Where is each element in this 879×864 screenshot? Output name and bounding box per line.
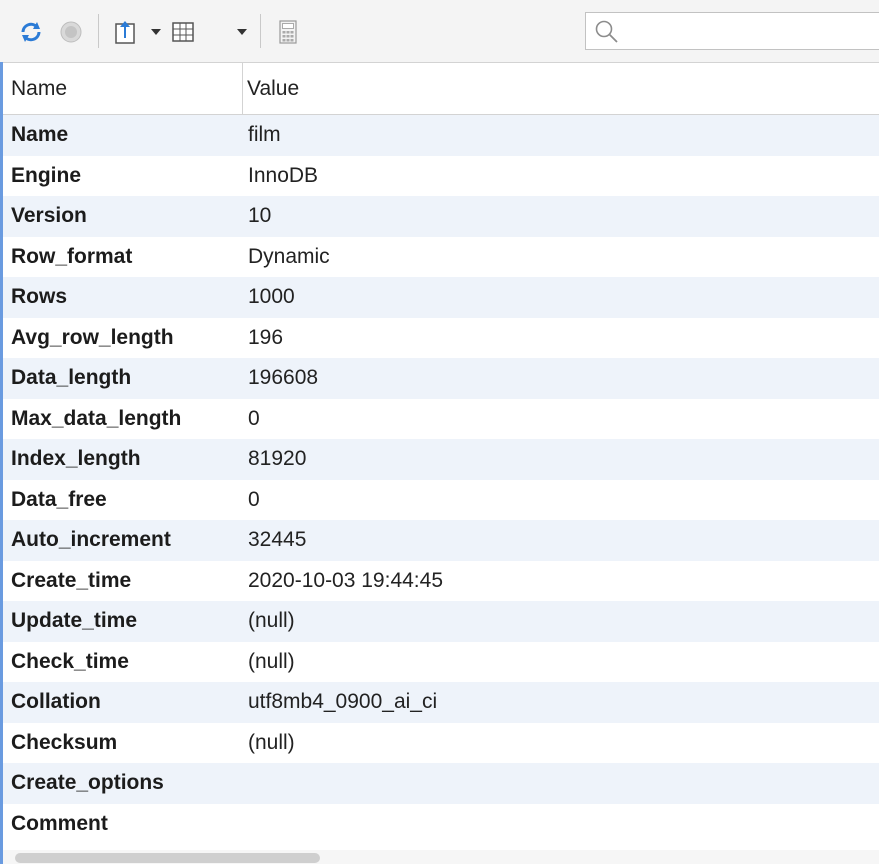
property-value: (null) — [248, 730, 295, 754]
property-name: Version — [11, 204, 87, 228]
table-row[interactable]: Check_time (null) — [3, 642, 879, 683]
property-name: Collation — [11, 690, 101, 714]
table-row[interactable]: Comment — [3, 804, 879, 845]
property-value: InnoDB — [248, 163, 319, 187]
property-value: (null) — [248, 609, 295, 633]
table-row[interactable]: Max_data_length 0 — [3, 399, 879, 440]
property-name: Update_time — [11, 609, 138, 633]
property-value: 196 — [248, 325, 284, 349]
property-name: Check_time — [11, 649, 129, 673]
property-name: Row_format — [11, 244, 133, 268]
table-row[interactable]: Collation utf8mb4_0900_ai_ci — [3, 682, 879, 723]
property-name: Data_length — [11, 366, 132, 390]
property-name: Create_time — [11, 568, 132, 592]
property-value: 0 — [248, 487, 260, 511]
property-name: Avg_row_length — [11, 325, 174, 349]
scrollbar-thumb[interactable] — [15, 853, 320, 863]
toolbar-separator — [98, 14, 99, 48]
table-row[interactable]: Engine InnoDB — [3, 156, 879, 197]
property-name: Comment — [11, 811, 108, 835]
search-icon — [594, 19, 620, 50]
table-row[interactable]: Create_options — [3, 763, 879, 804]
property-name: Rows — [11, 285, 68, 309]
property-value: 0 — [248, 406, 260, 430]
property-value: 1000 — [248, 285, 295, 309]
calculator-icon[interactable] — [274, 18, 302, 46]
grid-dropdown-icon[interactable] — [234, 22, 250, 42]
column-header-name[interactable]: Name — [3, 63, 243, 114]
property-value: 2020-10-03 19:44:45 — [248, 568, 443, 592]
property-value: 196608 — [248, 366, 319, 390]
export-dropdown-icon[interactable] — [148, 22, 164, 42]
table-row[interactable]: Index_length 81920 — [3, 439, 879, 480]
stop-icon[interactable] — [56, 18, 86, 46]
table-row[interactable]: Row_format Dynamic — [3, 237, 879, 278]
property-value: Dynamic — [248, 244, 330, 268]
search-box[interactable] — [585, 12, 879, 50]
toolbar — [0, 0, 879, 62]
toolbar-separator — [260, 14, 261, 48]
property-value: 10 — [248, 204, 272, 228]
property-value: utf8mb4_0900_ai_ci — [248, 690, 438, 714]
property-value: (null) — [248, 649, 295, 673]
grid-view-icon[interactable] — [168, 18, 198, 46]
property-name: Auto_increment — [11, 528, 171, 552]
table-row[interactable]: Checksum (null) — [3, 723, 879, 764]
table-row[interactable]: Data_length 196608 — [3, 358, 879, 399]
property-name: Engine — [11, 163, 82, 187]
column-header-value[interactable]: Value — [243, 63, 873, 114]
table-header: Name Value — [3, 62, 879, 115]
table-row[interactable]: Name film — [3, 115, 879, 156]
export-icon[interactable] — [110, 18, 140, 46]
property-value: 32445 — [248, 528, 307, 552]
table-row[interactable]: Avg_row_length 196 — [3, 318, 879, 359]
table-row[interactable]: Rows 1000 — [3, 277, 879, 318]
property-value: film — [248, 123, 281, 147]
table-row[interactable]: Update_time (null) — [3, 601, 879, 642]
property-value: 81920 — [248, 447, 307, 471]
property-name: Name — [11, 123, 69, 147]
table-row[interactable]: Version 10 — [3, 196, 879, 237]
refresh-icon[interactable] — [14, 18, 48, 46]
table-row[interactable]: Create_time 2020-10-03 19:44:45 — [3, 561, 879, 602]
property-name: Create_options — [11, 771, 164, 795]
property-name: Checksum — [11, 730, 118, 754]
properties-grid: Name Value Name film Engine InnoDB Version 10… — [0, 62, 879, 864]
table-row[interactable]: Data_free 0 — [3, 480, 879, 521]
property-name: Max_data_length — [11, 406, 182, 430]
table-row[interactable]: Auto_increment 32445 — [3, 520, 879, 561]
table-body: Name film Engine InnoDB Version 10 Row_format D… — [3, 115, 879, 844]
horizontal-scrollbar[interactable] — [3, 850, 879, 864]
search-input[interactable] — [626, 17, 870, 47]
property-name: Data_free — [11, 487, 107, 511]
property-name: Index_length — [11, 447, 141, 471]
